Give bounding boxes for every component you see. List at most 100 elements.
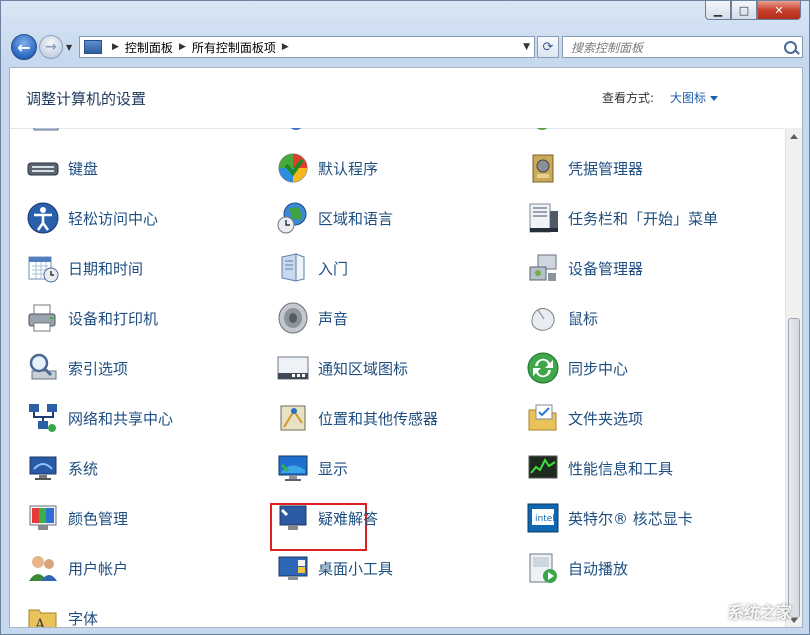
troubleshooting-icon[interactable] xyxy=(276,501,310,535)
mouse-icon[interactable] xyxy=(526,301,560,335)
item-label[interactable]: 系统 xyxy=(68,458,98,479)
control-panel-item[interactable]: 区域和语言 xyxy=(276,198,393,238)
search-box[interactable] xyxy=(562,36,803,58)
control-panel-item[interactable]: 鼠标 xyxy=(526,298,598,338)
item-label[interactable]: 英特尔® 核芯显卡 xyxy=(568,508,693,529)
item-label[interactable]: 设备和打印机 xyxy=(68,308,158,329)
control-panel-item[interactable]: 用户帐户 xyxy=(26,548,128,588)
date-time-icon[interactable] xyxy=(26,251,60,285)
control-panel-item[interactable]: 自动播放 xyxy=(526,548,628,588)
color-management-icon[interactable] xyxy=(26,501,60,535)
control-panel-item[interactable]: 性能信息和工具 xyxy=(526,448,673,488)
item-label[interactable]: 声音 xyxy=(318,308,348,329)
control-panel-item[interactable]: 显示 xyxy=(276,448,348,488)
control-panel-item[interactable]: intel 英特尔® 核芯显卡 xyxy=(526,498,693,538)
item-label[interactable]: 桌面小工具 xyxy=(318,558,393,579)
device-manager-icon[interactable] xyxy=(526,251,560,285)
item-label[interactable]: 鼠标 xyxy=(568,308,598,329)
item-label[interactable]: 区域和语言 xyxy=(318,208,393,229)
history-dropdown-icon[interactable]: ▼ xyxy=(66,43,72,52)
control-panel-item[interactable]: 设备和打印机 xyxy=(26,298,158,338)
keyboard-icon[interactable] xyxy=(26,151,60,185)
control-panel-item[interactable]: 日期和时间 xyxy=(26,248,143,288)
item-label[interactable]: 设备管理器 xyxy=(568,258,643,279)
control-panel-item[interactable]: 位置和其他传感器 xyxy=(276,398,438,438)
maximize-button[interactable]: □ xyxy=(731,1,757,20)
performance-icon[interactable] xyxy=(526,451,560,485)
control-panel-item[interactable]: 索引选项 xyxy=(26,348,128,388)
breadcrumb-control-panel[interactable]: 控制面板 xyxy=(125,39,173,56)
item-label[interactable]: 入门 xyxy=(318,258,348,279)
control-panel-item[interactable]: 文件夹选项 xyxy=(526,398,643,438)
close-button[interactable]: ✕ xyxy=(757,1,801,20)
item-label[interactable]: 位置和其他传感器 xyxy=(318,408,438,429)
control-panel-item[interactable]: 同步中心 xyxy=(526,348,628,388)
control-panel-item[interactable]: A 字体 xyxy=(26,598,98,628)
control-panel-item[interactable]: 凭据管理器 xyxy=(526,148,643,188)
region-language-icon[interactable] xyxy=(276,201,310,235)
item-label[interactable]: 轻松访问中心 xyxy=(68,208,158,229)
control-panel-item[interactable]: 颜色管理 xyxy=(26,498,128,538)
desktop-gadgets-icon[interactable] xyxy=(276,551,310,585)
address-dropdown-icon[interactable]: ▼ xyxy=(523,42,530,52)
item-label[interactable]: 用户帐户 xyxy=(68,558,128,579)
minimize-button[interactable]: ▁ xyxy=(705,1,731,20)
item-label[interactable]: 自动播放 xyxy=(568,558,628,579)
control-panel-item[interactable]: 键盘 xyxy=(26,148,98,188)
chevron-right-icon[interactable]: ▶ xyxy=(282,42,289,52)
control-panel-item[interactable]: 声音 xyxy=(276,298,348,338)
address-bar[interactable]: ▶ 控制面板 ▶ 所有控制面板项 ▶ ▼ xyxy=(79,36,535,58)
control-panel-item[interactable]: 任务栏和「开始」菜单 xyxy=(526,198,718,238)
control-panel-item[interactable]: 通知区域图标 xyxy=(276,348,408,388)
back-button[interactable]: ← xyxy=(11,34,37,60)
fonts-icon[interactable]: A xyxy=(26,601,60,628)
scroll-up-icon[interactable] xyxy=(790,134,798,139)
control-panel-item[interactable]: 入门 xyxy=(276,248,348,288)
credential-manager-icon[interactable] xyxy=(526,151,560,185)
intel-graphics-icon[interactable]: intel xyxy=(526,501,560,535)
item-label[interactable]: 显示 xyxy=(318,458,348,479)
item-label[interactable]: 日期和时间 xyxy=(68,258,143,279)
control-panel-item[interactable]: 设备管理器 xyxy=(526,248,643,288)
control-panel-item[interactable]: 系统 xyxy=(26,448,98,488)
item-label[interactable]: 文件夹选项 xyxy=(568,408,643,429)
item-label[interactable]: 字体 xyxy=(68,608,98,629)
item-label[interactable]: 键盘 xyxy=(68,158,98,179)
notification-area-icon[interactable] xyxy=(276,351,310,385)
default-programs-icon[interactable] xyxy=(276,151,310,185)
display-icon[interactable] xyxy=(276,451,310,485)
control-panel-item[interactable]: 网络和共享中心 xyxy=(26,398,173,438)
item-label[interactable]: 性能信息和工具 xyxy=(568,458,673,479)
item-label[interactable]: 疑难解答 xyxy=(318,508,378,529)
taskbar-start-menu-icon[interactable] xyxy=(526,201,560,235)
item-label[interactable]: 凭据管理器 xyxy=(568,158,643,179)
search-icon[interactable] xyxy=(784,41,797,54)
folder-options-icon[interactable] xyxy=(526,401,560,435)
item-label[interactable]: 默认程序 xyxy=(318,158,378,179)
autoplay-icon[interactable] xyxy=(526,551,560,585)
indexing-options-icon[interactable] xyxy=(26,351,60,385)
chevron-right-icon[interactable]: ▶ xyxy=(179,42,186,52)
control-panel-item[interactable]: 桌面小工具 xyxy=(276,548,393,588)
item-label[interactable]: 同步中心 xyxy=(568,358,628,379)
user-accounts-icon[interactable] xyxy=(26,551,60,585)
vertical-scrollbar[interactable] xyxy=(785,128,802,628)
chevron-right-icon[interactable]: ▶ xyxy=(112,42,119,52)
refresh-button[interactable]: ⟳ xyxy=(537,36,559,58)
view-by-value[interactable]: 大图标 xyxy=(670,91,706,105)
item-label[interactable]: 网络和共享中心 xyxy=(68,408,173,429)
item-label[interactable]: 颜色管理 xyxy=(68,508,128,529)
sync-center-icon[interactable] xyxy=(526,351,560,385)
network-sharing-icon[interactable] xyxy=(26,401,60,435)
location-sensors-icon[interactable] xyxy=(276,401,310,435)
breadcrumb-all-items[interactable]: 所有控制面板项 xyxy=(192,39,276,56)
forward-button[interactable]: → xyxy=(39,35,63,59)
ease-of-access-icon[interactable] xyxy=(26,201,60,235)
dropdown-caret-icon[interactable] xyxy=(710,96,718,101)
devices-printers-icon[interactable] xyxy=(26,301,60,335)
control-panel-item[interactable]: 轻松访问中心 xyxy=(26,198,158,238)
view-by-dropdown[interactable]: 大图标 xyxy=(670,89,718,106)
search-input[interactable] xyxy=(569,39,773,57)
item-label[interactable]: 通知区域图标 xyxy=(318,358,408,379)
system-icon[interactable] xyxy=(26,451,60,485)
